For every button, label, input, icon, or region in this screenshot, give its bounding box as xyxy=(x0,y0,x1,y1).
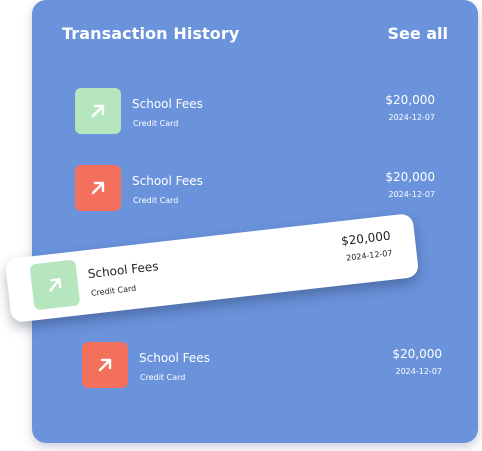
transaction-amount: $20,000 xyxy=(385,170,435,184)
transaction-amount: $20,000 xyxy=(385,93,435,107)
transaction-amount: $20,000 xyxy=(392,347,442,361)
transaction-row[interactable]: School Fees Credit Card $20,000 2024-12-… xyxy=(75,88,435,136)
arrow-up-right-icon xyxy=(82,342,128,388)
transaction-name: School Fees xyxy=(87,259,160,282)
panel-title: Transaction History xyxy=(62,24,240,43)
transaction-date: 2024-12-07 xyxy=(388,113,436,122)
arrow-up-right-icon xyxy=(29,259,81,311)
transaction-date: 2024-12-07 xyxy=(395,367,443,376)
transaction-widget: Transaction History See all School Fees … xyxy=(0,0,482,451)
transaction-method: Credit Card xyxy=(133,119,179,128)
transaction-name: School Fees xyxy=(132,174,203,188)
see-all-link[interactable]: See all xyxy=(387,24,448,43)
transaction-amount: $20,000 xyxy=(340,228,392,249)
transaction-name: School Fees xyxy=(139,351,210,365)
transaction-row[interactable]: School Fees Credit Card $20,000 2024-12-… xyxy=(82,342,442,390)
transaction-method: Credit Card xyxy=(90,283,137,298)
transaction-date: 2024-12-07 xyxy=(388,190,436,199)
transaction-method: Credit Card xyxy=(140,373,186,382)
transaction-method: Credit Card xyxy=(133,196,179,205)
arrow-up-right-icon xyxy=(75,165,121,211)
arrow-up-right-icon xyxy=(75,88,121,134)
transaction-row[interactable]: School Fees Credit Card $20,000 2024-12-… xyxy=(75,165,435,213)
transaction-date: 2024-12-07 xyxy=(345,248,393,263)
transaction-name: School Fees xyxy=(132,97,203,111)
